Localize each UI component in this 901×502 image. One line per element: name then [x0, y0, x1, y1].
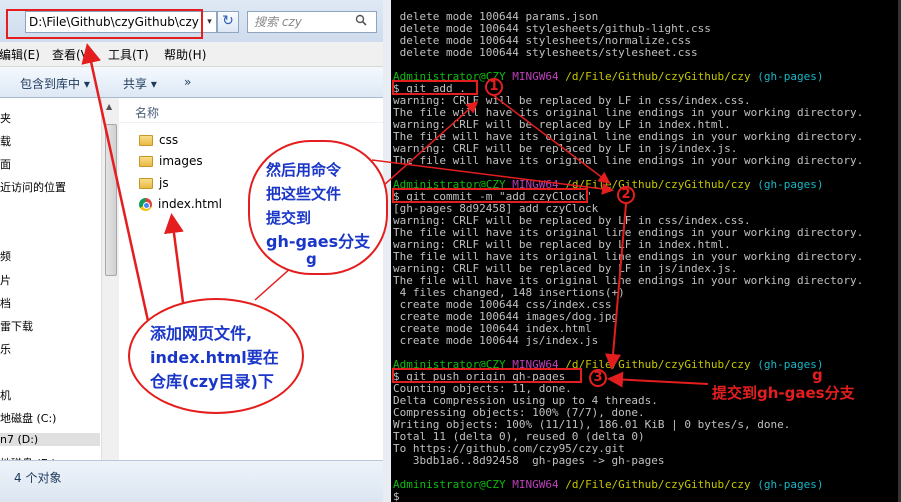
menu-bar: 编辑(E) 查看(V) 工具(T) 帮助(H) [0, 42, 383, 67]
magnifier-icon[interactable] [355, 14, 367, 29]
folder-icon [139, 178, 153, 189]
annotation-right-note-extra: g [812, 366, 823, 384]
annotation-line: index.html要在 [150, 348, 279, 367]
terminal-output-line: $ [393, 490, 400, 502]
file-name: images [159, 154, 203, 168]
menu-edit[interactable]: 编辑(E) [0, 46, 40, 63]
git-add-highlight-box [392, 80, 478, 95]
annotation-line: 仓库(czy目录)下 [150, 372, 274, 391]
git-commit-highlight-box [392, 188, 588, 203]
menu-tools[interactable]: 工具(T) [108, 46, 149, 63]
prompt-path: /d/File/Github/czyGithub/czy [565, 178, 751, 191]
nav-item[interactable]: 面 [0, 156, 11, 172]
terminal-prompt-line: Administrator@CZY MINGW64 /d/File/Github… [393, 479, 824, 491]
prompt-branch: (gh-pages) [757, 478, 824, 491]
chrome-file-icon [139, 198, 152, 211]
share-button[interactable]: 共享 ▾ [123, 75, 157, 92]
terminal-output-line: create mode 100644 js/index.js [393, 334, 599, 347]
annotation-line: gh-gaes分支 [266, 232, 371, 251]
git-bash-terminal[interactable]: delete mode 100644 params.json delete mo… [391, 0, 901, 502]
nav-item-drive-d[interactable]: n7 (D:) [0, 433, 100, 446]
terminal-output-line: 3bdb1a6..8d92458 gh-pages -> gh-pages [393, 454, 665, 467]
file-item-index-html[interactable]: index.html [139, 194, 222, 214]
item-count: 4 个对象 [14, 471, 62, 485]
file-name: index.html [158, 197, 222, 211]
annotation-bubble-middle-text: 然后用命令 把这些文件 提交到 gh-gaes分支 g [266, 158, 396, 268]
step-3-marker: 3 [589, 369, 607, 387]
nav-item-pictures[interactable]: 片 [0, 272, 11, 288]
command-toolbar: 包含到库中 ▾ 共享 ▾ » [0, 67, 383, 98]
file-name: css [159, 133, 179, 147]
step-2-marker: 2 [617, 186, 635, 204]
nav-item-music[interactable]: 乐 [0, 341, 11, 357]
file-item-images[interactable]: images [139, 151, 203, 171]
column-separator [119, 122, 383, 123]
annotation-line: 把这些文件 [266, 185, 342, 203]
nav-item-computer[interactable]: 机 [0, 387, 11, 403]
include-in-library-button[interactable]: 包含到库中 ▾ [20, 75, 90, 92]
menu-help[interactable]: 帮助(H) [164, 46, 206, 63]
folder-icon [139, 156, 153, 167]
annotation-line: 提交到 [266, 209, 312, 227]
scroll-up-icon[interactable]: ▲ [106, 102, 112, 111]
nav-item-recent-places[interactable]: 近访问的位置 [0, 179, 66, 195]
file-item-js[interactable]: js [139, 173, 169, 193]
navigation-pane: 夹 载 面 近访问的位置 频 片 档 雷下载 乐 机 地磁盘 (C:) n7 (… [0, 98, 102, 470]
step-1-marker: 1 [485, 78, 503, 96]
file-item-css[interactable]: css [139, 130, 178, 150]
annotation-line: g [306, 250, 317, 268]
nav-item[interactable]: 夹 [0, 110, 11, 126]
more-toolbar-button[interactable]: » [184, 75, 191, 89]
prompt-host: MINGW64 [512, 478, 559, 491]
nav-item-videos[interactable]: 频 [0, 248, 11, 264]
terminal-output-line: delete mode 100644 stylesheets/styleshee… [393, 46, 698, 59]
git-push-highlight-box [392, 368, 582, 383]
nav-scrollbar[interactable]: ▲ [101, 98, 119, 460]
prompt-branch: (gh-pages) [757, 70, 824, 83]
prompt-host: MINGW64 [512, 70, 559, 83]
folder-icon [139, 135, 153, 146]
annotation-bubble-left-text: 添加网页文件, index.html要在 仓库(czy目录)下 [150, 322, 300, 394]
file-name: js [159, 176, 169, 190]
nav-scrollbar-thumb[interactable] [105, 124, 117, 276]
address-highlight-box [6, 9, 203, 39]
nav-item-documents[interactable]: 档 [0, 295, 11, 311]
annotation-line: 添加网页文件, [150, 324, 253, 343]
menu-view[interactable]: 查看(V) [52, 46, 94, 63]
nav-item-drive-c[interactable]: 地磁盘 (C:) [0, 410, 56, 426]
annotation-line: 然后用命令 [266, 161, 342, 179]
prompt-user: Administrator@CZY [393, 478, 506, 491]
name-column-header[interactable]: 名称 [135, 104, 159, 121]
annotation-right-note: 提交到gh-gaes分支 [712, 384, 855, 402]
prompt-branch: (gh-pages) [757, 178, 824, 191]
nav-item[interactable]: 载 [0, 133, 11, 149]
prompt-path: /d/File/Github/czyGithub/czy [565, 478, 751, 491]
nav-item-thunder-download[interactable]: 雷下载 [0, 318, 33, 334]
status-bar: 4 个对象 [0, 460, 383, 502]
refresh-icon[interactable]: ↻ [217, 11, 239, 33]
address-dropdown-icon[interactable]: ▾ [203, 11, 217, 33]
terminal-output-line: The file will have its original line end… [393, 154, 864, 167]
prompt-path: /d/File/Github/czyGithub/czy [565, 70, 751, 83]
